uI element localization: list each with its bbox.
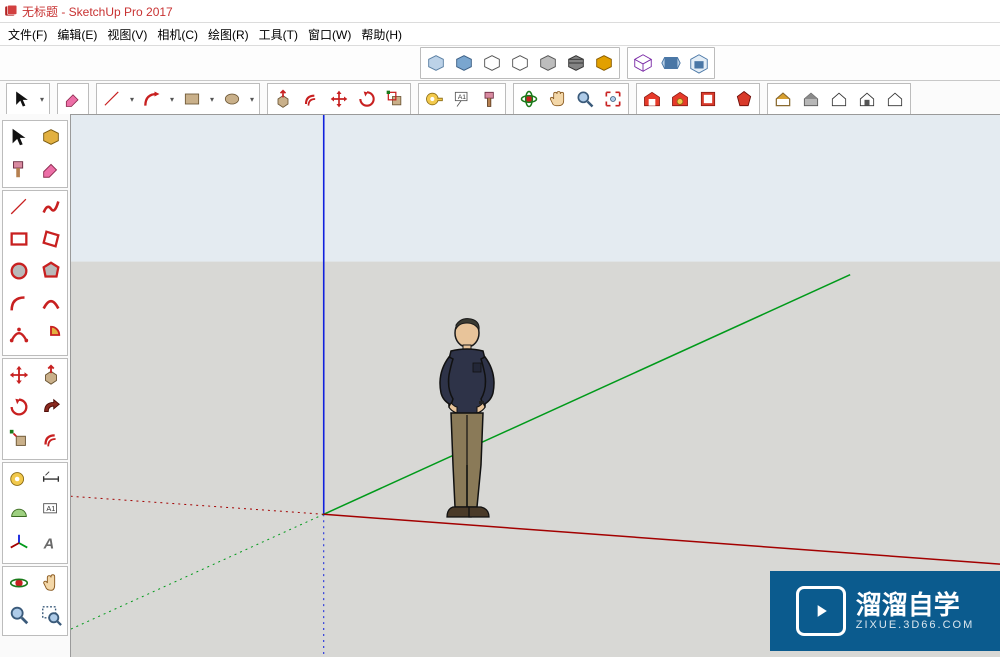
watermark-title: 溜溜自学 <box>856 591 974 620</box>
large-paint-icon[interactable] <box>5 155 33 183</box>
large-dimension-icon[interactable] <box>37 465 65 493</box>
pan-tool-icon[interactable] <box>544 86 570 112</box>
move-tool-icon[interactable] <box>326 86 352 112</box>
rect-dropdown-icon[interactable]: ▾ <box>207 86 217 112</box>
rectangle-tool-icon[interactable] <box>179 86 205 112</box>
large-rotated-rect-icon[interactable] <box>37 225 65 253</box>
select-tool-icon[interactable] <box>9 86 35 112</box>
large-text-icon[interactable]: A1 <box>37 497 65 525</box>
large-make-component-icon[interactable] <box>37 123 65 151</box>
main-toolbar: ▾ ▾ ▾ ▾ ▾ <box>0 81 1000 118</box>
circle-dropdown-icon[interactable]: ▾ <box>247 86 257 112</box>
menu-camera[interactable]: 相机(C) <box>157 26 198 43</box>
large-rectangle-icon[interactable] <box>5 225 33 253</box>
large-select-icon[interactable] <box>5 123 33 151</box>
style-shaded-textures-icon[interactable] <box>563 50 589 76</box>
menu-tools[interactable]: 工具(T) <box>259 26 298 43</box>
menu-edit[interactable]: 编辑(E) <box>57 26 97 43</box>
select-dropdown-icon[interactable]: ▾ <box>37 86 47 112</box>
line-dropdown-icon[interactable]: ▾ <box>127 86 137 112</box>
large-pushpull-icon[interactable] <box>37 361 65 389</box>
view-top-icon[interactable] <box>658 50 684 76</box>
large-tape-icon[interactable] <box>5 465 33 493</box>
large-move-icon[interactable] <box>5 361 33 389</box>
3d-warehouse-icon[interactable] <box>639 86 665 112</box>
extension-warehouse-icon[interactable] <box>667 86 693 112</box>
watermark-banner: 溜溜自学 ZIXUE.3D66.COM <box>770 571 1000 651</box>
house-view-2-icon[interactable] <box>798 86 824 112</box>
menu-bar: 文件(F) 编辑(E) 视图(V) 相机(C) 绘图(R) 工具(T) 窗口(W… <box>0 23 1000 46</box>
3d-viewport[interactable]: 溜溜自学 ZIXUE.3D66.COM <box>70 114 1000 657</box>
ruby-console-icon[interactable] <box>731 86 757 112</box>
offset-tool-icon[interactable] <box>298 86 324 112</box>
style-wireframe-icon[interactable] <box>479 50 505 76</box>
large-circle-icon[interactable] <box>5 257 33 285</box>
large-axes-icon[interactable] <box>5 529 33 557</box>
large-2pt-arc-icon[interactable] <box>37 289 65 317</box>
large-orbit-icon[interactable] <box>5 569 33 597</box>
menu-window[interactable]: 窗口(W) <box>308 26 351 43</box>
menu-view[interactable]: 视图(V) <box>107 26 147 43</box>
scale-tool-icon[interactable] <box>382 86 408 112</box>
large-scale-icon[interactable] <box>5 425 33 453</box>
large-eraser-icon[interactable] <box>37 155 65 183</box>
orbit-tool-icon[interactable] <box>516 86 542 112</box>
menu-help[interactable]: 帮助(H) <box>361 26 402 43</box>
large-polygon-icon[interactable] <box>37 257 65 285</box>
view-iso-icon[interactable] <box>630 50 656 76</box>
large-arc-icon[interactable] <box>5 289 33 317</box>
large-pie-icon[interactable] <box>37 321 65 349</box>
large-pan-icon[interactable] <box>37 569 65 597</box>
menu-file[interactable]: 文件(F) <box>8 26 47 43</box>
pushpull-tool-icon[interactable] <box>270 86 296 112</box>
play-icon <box>796 586 846 636</box>
zoom-tool-icon[interactable] <box>572 86 598 112</box>
title-bar: 无标题 - SketchUp Pro 2017 <box>0 0 1000 23</box>
paint-tool-icon[interactable] <box>477 86 503 112</box>
rotate-tool-icon[interactable] <box>354 86 380 112</box>
eraser-tool-icon[interactable] <box>60 86 86 112</box>
view-front-icon[interactable] <box>686 50 712 76</box>
style-backedges-icon[interactable] <box>451 50 477 76</box>
svg-text:A: A <box>43 537 55 553</box>
large-rotate-icon[interactable] <box>5 393 33 421</box>
scale-figure-person[interactable] <box>423 315 511 525</box>
arc-dropdown-icon[interactable]: ▾ <box>167 86 177 112</box>
house-view-1-icon[interactable] <box>770 86 796 112</box>
window-title: 无标题 - SketchUp Pro 2017 <box>22 3 173 20</box>
house-view-3-icon[interactable] <box>826 86 852 112</box>
circle-tool-icon[interactable] <box>219 86 245 112</box>
large-3d-text-icon[interactable]: A <box>37 529 65 557</box>
large-line-icon[interactable] <box>5 193 33 221</box>
style-monochrome-icon[interactable] <box>591 50 617 76</box>
large-toolset-toolbar: A1 A <box>0 114 71 657</box>
house-view-5-icon[interactable] <box>882 86 908 112</box>
menu-draw[interactable]: 绘图(R) <box>208 26 249 43</box>
svg-text:A1: A1 <box>458 94 466 101</box>
arc-tool-icon[interactable] <box>139 86 165 112</box>
tape-tool-icon[interactable] <box>421 86 447 112</box>
left-toolbars: A1 A <box>0 114 71 657</box>
large-followme-icon[interactable] <box>37 393 65 421</box>
large-zoom-window-icon[interactable] <box>37 601 65 629</box>
zoom-extents-tool-icon[interactable] <box>600 86 626 112</box>
watermark-url: ZIXUE.3D66.COM <box>856 619 974 631</box>
large-3pt-arc-icon[interactable] <box>5 321 33 349</box>
sketchup-app-icon <box>4 4 18 18</box>
text-tool-icon[interactable]: A1 <box>449 86 475 112</box>
large-zoom-icon[interactable] <box>5 601 33 629</box>
large-freehand-icon[interactable] <box>37 193 65 221</box>
large-protractor-icon[interactable] <box>5 497 33 525</box>
line-tool-icon[interactable] <box>99 86 125 112</box>
layout-icon[interactable] <box>695 86 721 112</box>
svg-text:A1: A1 <box>46 504 55 513</box>
house-view-4-icon[interactable] <box>854 86 880 112</box>
style-shaded-icon[interactable] <box>535 50 561 76</box>
style-hiddenline-icon[interactable] <box>507 50 533 76</box>
large-offset-icon[interactable] <box>37 425 65 453</box>
face-style-toolbar <box>0 46 1000 81</box>
style-xray-icon[interactable] <box>423 50 449 76</box>
